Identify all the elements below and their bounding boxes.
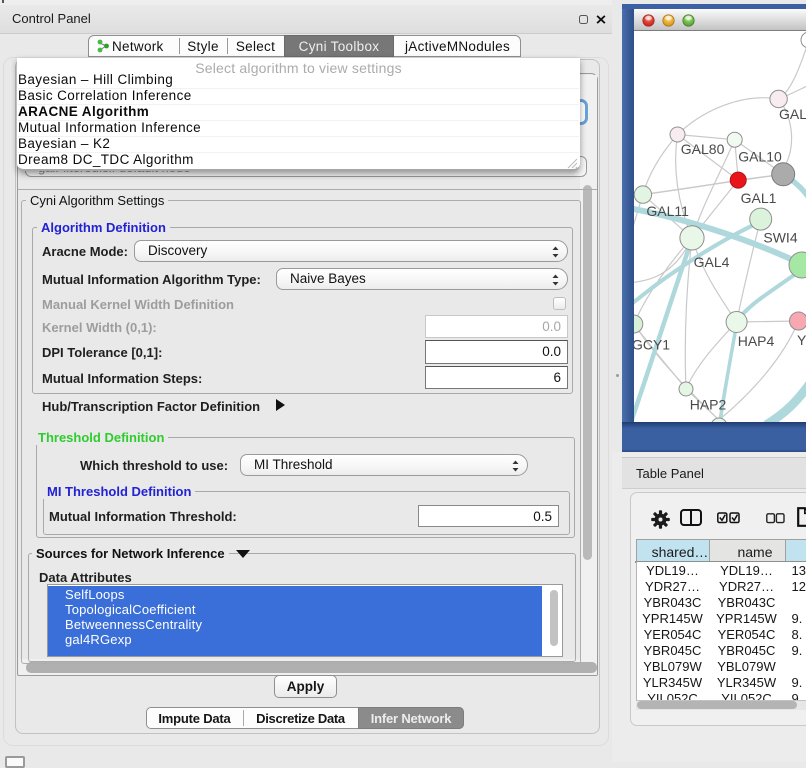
svg-text:SWI4: SWI4 <box>763 230 797 246</box>
svg-text:GAL80: GAL80 <box>681 141 725 157</box>
svg-text:HAP2: HAP2 <box>690 397 727 413</box>
svg-text:GAL10: GAL10 <box>738 149 782 165</box>
svg-text:GCY1: GCY1 <box>634 337 670 353</box>
svg-text:GAL: GAL <box>779 106 806 122</box>
svg-text:GAL1: GAL1 <box>741 190 777 206</box>
svg-text:HAP4: HAP4 <box>738 333 775 349</box>
svg-text:GAL11: GAL11 <box>646 203 689 219</box>
svg-text:GAL4: GAL4 <box>694 254 730 270</box>
svg-text:Y: Y <box>797 332 806 348</box>
